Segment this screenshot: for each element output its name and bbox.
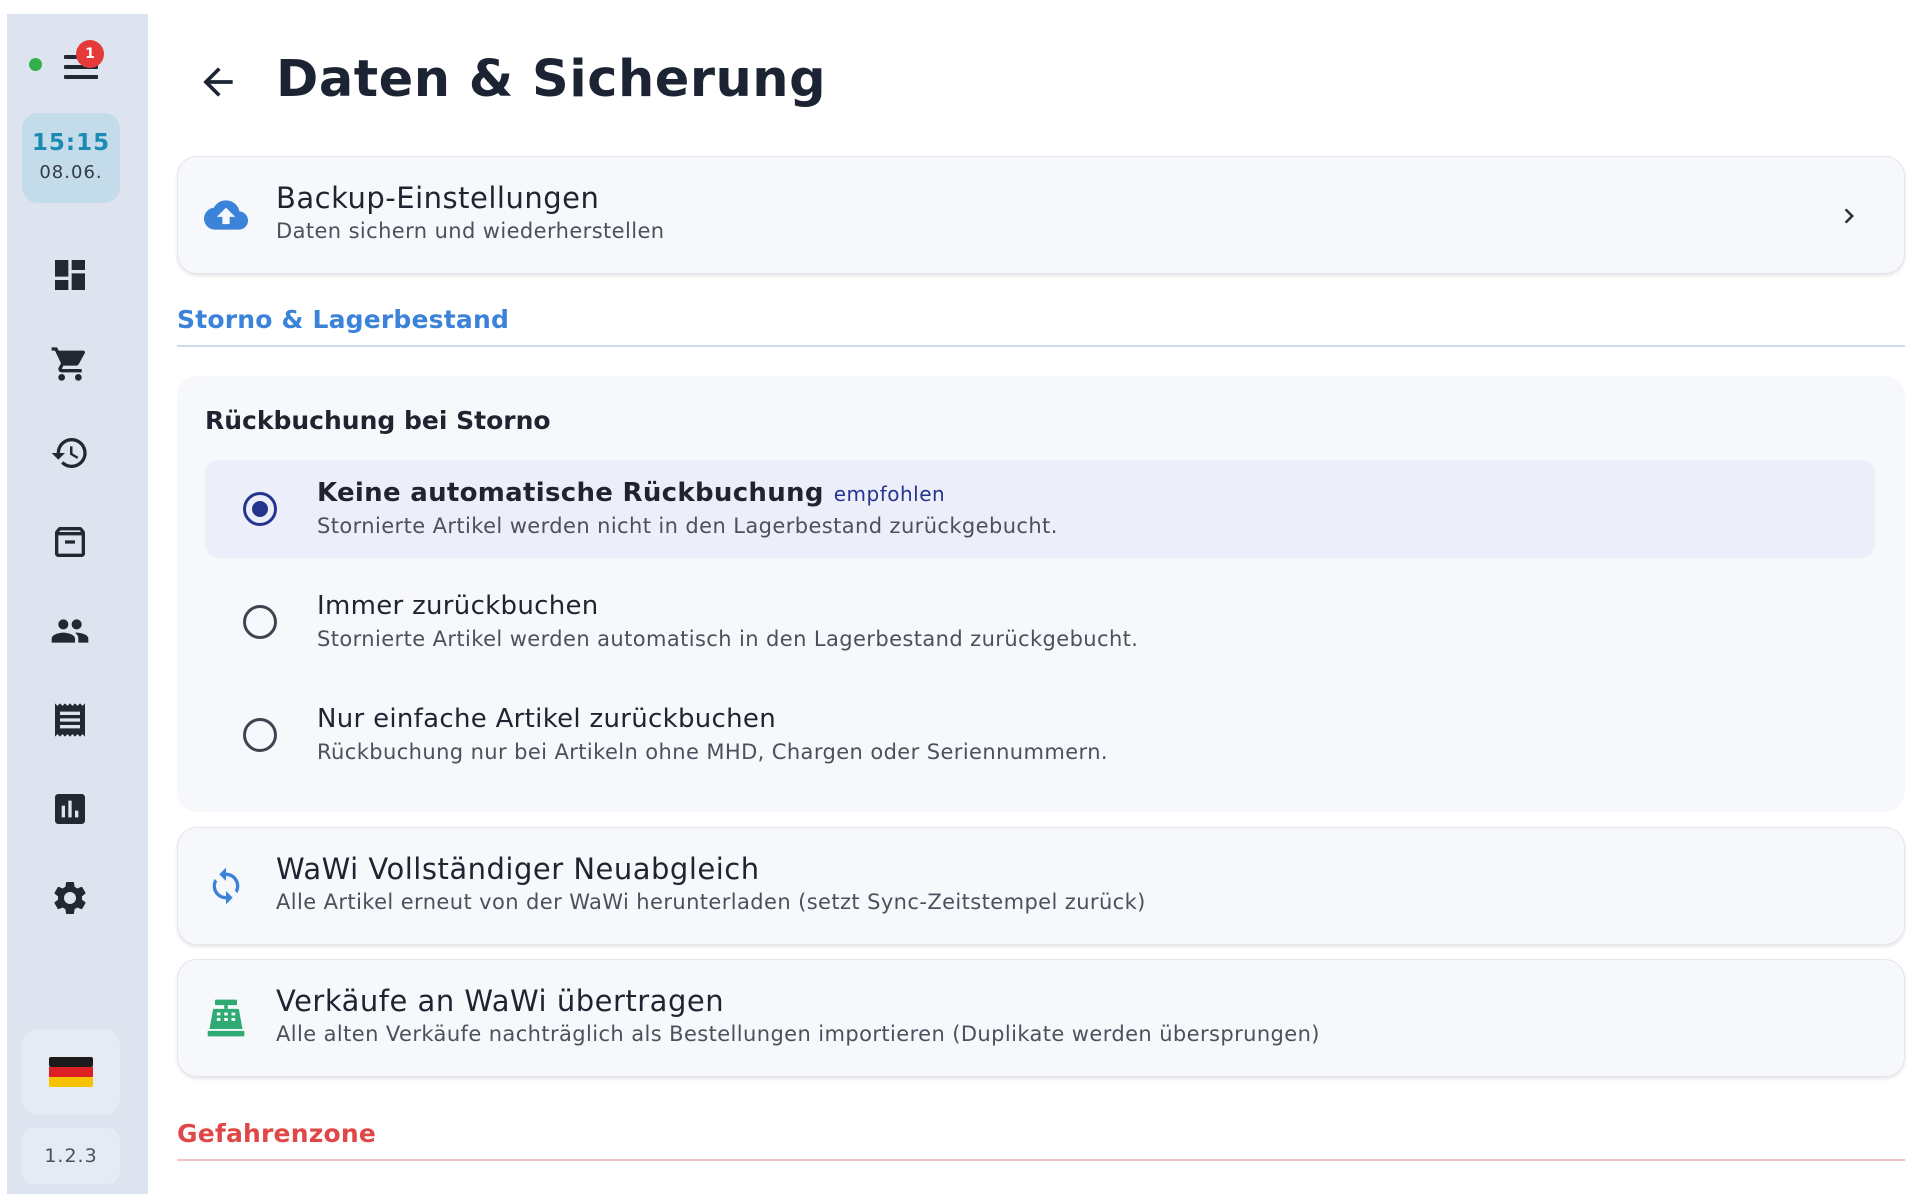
- dashboard-icon: [55, 260, 85, 290]
- nav-dashboard[interactable]: [46, 251, 94, 299]
- nav-history[interactable]: [46, 429, 94, 477]
- radio-button[interactable]: [243, 718, 277, 752]
- nav-receipts[interactable]: [46, 696, 94, 744]
- option-title: Keine automatische Rückbuchung empfohlen: [317, 478, 945, 508]
- arrow-back-icon: [203, 67, 233, 97]
- resync-subtitle: Alle Artikel erneut von der WaWi herunte…: [276, 890, 1146, 914]
- section-heading-storno: Storno & Lagerbestand: [177, 305, 510, 334]
- option-title: Nur einfache Artikel zurückbuchen: [317, 704, 776, 734]
- option-no-auto-rebooking[interactable]: Keine automatische Rückbuchung empfohlen …: [205, 460, 1875, 558]
- option-simple-articles-only[interactable]: Nur einfache Artikel zurückbuchen Rückbu…: [205, 686, 1875, 784]
- transfer-sales-card[interactable]: Verkäufe an WaWi übertragen Alle alten V…: [177, 959, 1905, 1077]
- transfer-subtitle: Alle alten Verkäufe nachträglich als Bes…: [276, 1022, 1320, 1046]
- wawi-resync-card[interactable]: WaWi Vollständiger Neuabgleich Alle Arti…: [177, 827, 1905, 945]
- backup-settings-card[interactable]: Backup-Einstellungen Daten sichern und w…: [177, 156, 1905, 274]
- clock-time: 15:15: [31, 130, 111, 156]
- chart-icon: [55, 794, 85, 824]
- receipt-icon: [55, 703, 85, 737]
- backup-settings-title: Backup-Einstellungen: [276, 181, 600, 215]
- radio-button-selected[interactable]: [243, 492, 277, 526]
- cash-register-icon: [202, 994, 250, 1042]
- option-subtitle: Rückbuchung nur bei Artikeln ohne MHD, C…: [317, 740, 1108, 764]
- online-status-indicator: [29, 58, 42, 71]
- recommended-badge: empfohlen: [833, 482, 946, 506]
- nav-reports[interactable]: [46, 785, 94, 833]
- language-selector[interactable]: [22, 1029, 120, 1115]
- cart-icon: [51, 347, 86, 381]
- option-always-rebook[interactable]: Immer zurückbuchen Stornierte Artikel we…: [205, 573, 1875, 671]
- transfer-title: Verkäufe an WaWi übertragen: [276, 984, 725, 1018]
- sync-icon: [202, 862, 250, 910]
- nav-settings[interactable]: [46, 874, 94, 922]
- people-icon: [51, 619, 89, 643]
- cloud-upload-icon: [202, 191, 250, 239]
- archive-icon: [55, 527, 85, 557]
- notification-badge: 1: [76, 40, 104, 68]
- section-divider: [177, 345, 1905, 347]
- clock-date: 08.06.: [39, 162, 103, 183]
- storno-radio-group: Rückbuchung bei Storno Keine automatisch…: [177, 376, 1905, 812]
- option-title-text: Keine automatische Rückbuchung: [317, 478, 824, 508]
- page-title: Daten & Sicherung: [276, 50, 827, 109]
- german-flag-icon: [49, 1057, 93, 1087]
- radio-button[interactable]: [243, 605, 277, 639]
- option-subtitle: Stornierte Artikel werden nicht in den L…: [317, 514, 1058, 538]
- nav-archive[interactable]: [46, 518, 94, 566]
- back-button[interactable]: [196, 60, 240, 108]
- radio-group-title: Rückbuchung bei Storno: [205, 406, 551, 435]
- option-subtitle: Stornierte Artikel werden automatisch in…: [317, 627, 1139, 651]
- nav-cart[interactable]: [46, 340, 94, 388]
- resync-title: WaWi Vollständiger Neuabgleich: [276, 852, 760, 886]
- history-icon: [51, 438, 87, 468]
- section-heading-danger: Gefahrenzone: [177, 1119, 376, 1148]
- gear-icon: [54, 882, 86, 914]
- option-title: Immer zurückbuchen: [317, 591, 599, 621]
- backup-settings-subtitle: Daten sichern und wiederherstellen: [276, 219, 665, 243]
- app-version: 1.2.3: [22, 1128, 120, 1184]
- nav-customers[interactable]: [46, 607, 94, 655]
- danger-divider: [177, 1159, 1905, 1161]
- chevron-right-icon: [1844, 208, 1854, 224]
- clock-widget: 15:15 08.06.: [22, 113, 120, 203]
